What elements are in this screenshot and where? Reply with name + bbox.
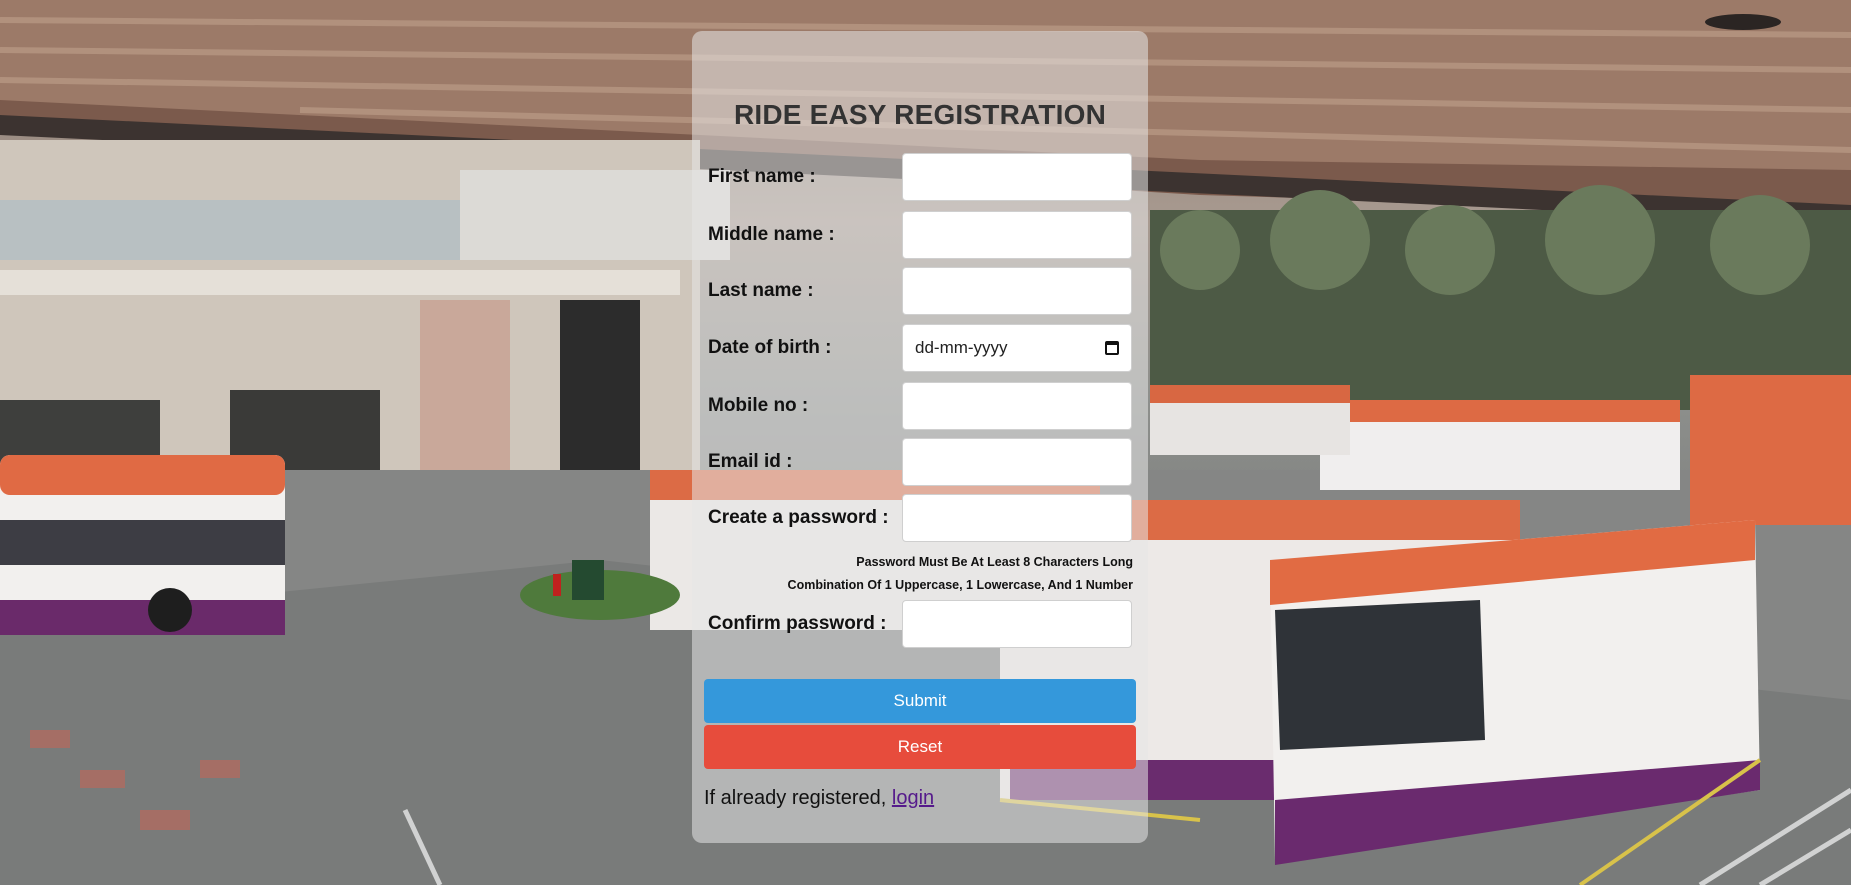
dob-label: Date of birth : — [708, 337, 832, 358]
last-name-input[interactable] — [902, 267, 1132, 315]
dob-input[interactable]: dd-mm-yyyy — [902, 324, 1132, 372]
login-prompt-text: If already registered, — [704, 787, 892, 809]
email-row: Email id : — [708, 438, 1132, 486]
dob-row: Date of birth : dd-mm-yyyy — [708, 324, 1132, 372]
email-input[interactable] — [902, 438, 1132, 486]
password-hint-composition: Combination Of 1 Uppercase, 1 Lowercase,… — [787, 578, 1133, 592]
page-title: RIDE EASY REGISTRATION — [733, 99, 1107, 130]
mobile-row: Mobile no : — [708, 382, 1132, 430]
password-row: Create a password : — [708, 494, 1132, 542]
middle-name-input[interactable] — [902, 211, 1132, 259]
first-name-row: First name : — [708, 153, 1132, 201]
first-name-input[interactable] — [902, 153, 1132, 201]
password-label: Create a password : — [708, 507, 889, 528]
password-hint-length: Password Must Be At Least 8 Characters L… — [856, 555, 1133, 569]
mobile-label: Mobile no : — [708, 395, 809, 416]
middle-name-row: Middle name : — [708, 211, 1132, 259]
dob-placeholder: dd-mm-yyyy — [915, 338, 1008, 357]
login-link[interactable]: login — [892, 787, 934, 809]
confirm-password-label: Confirm password : — [708, 613, 887, 634]
registration-card: RIDE EASY REGISTRATION First name : Midd… — [692, 31, 1148, 843]
calendar-icon[interactable] — [1105, 341, 1119, 355]
login-prompt: If already registered, login — [704, 787, 934, 810]
confirm-password-row: Confirm password : — [708, 600, 1132, 648]
password-input[interactable] — [902, 494, 1132, 542]
confirm-password-input[interactable] — [902, 600, 1132, 648]
submit-button[interactable]: Submit — [704, 679, 1136, 723]
first-name-label: First name : — [708, 166, 816, 187]
mobile-input[interactable] — [902, 382, 1132, 430]
last-name-label: Last name : — [708, 280, 814, 301]
middle-name-label: Middle name : — [708, 224, 835, 245]
reset-button[interactable]: Reset — [704, 725, 1136, 769]
email-label: Email id : — [708, 451, 793, 472]
last-name-row: Last name : — [708, 267, 1132, 315]
